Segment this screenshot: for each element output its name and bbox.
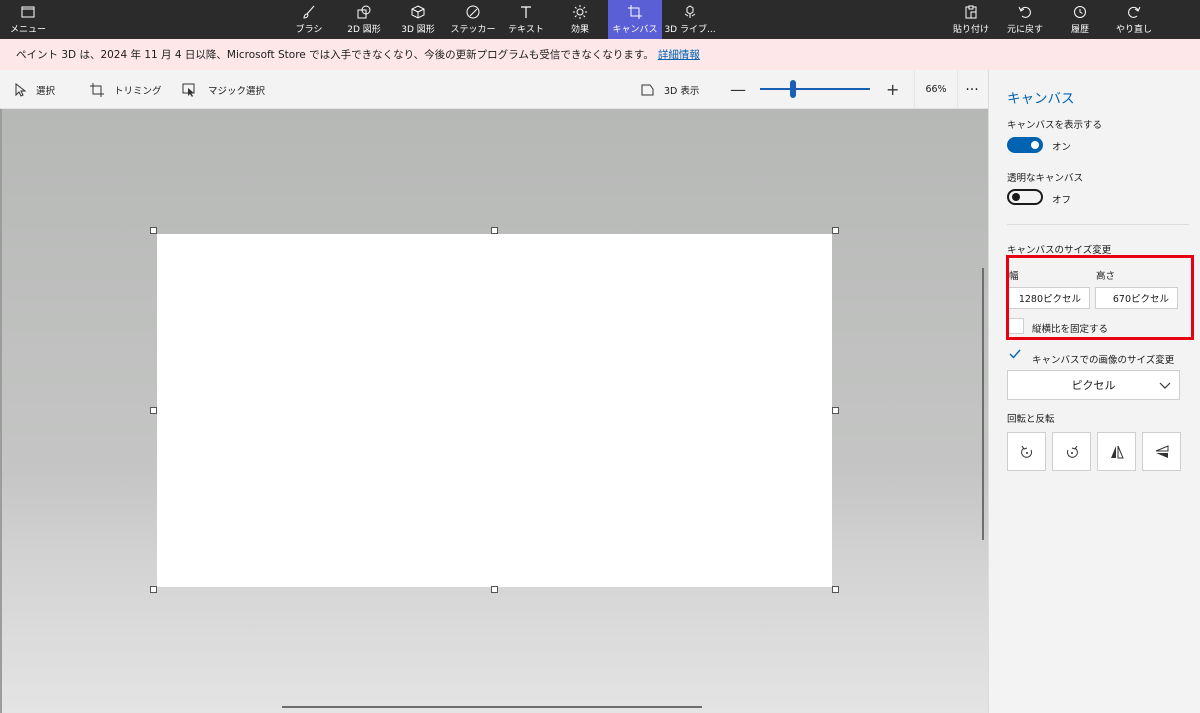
brush-icon (300, 4, 318, 20)
zoom-percentage[interactable]: 66% (914, 70, 958, 109)
deprecation-banner: ペイント 3D は、2024 年 11 月 4 日以降、Microsoft St… (0, 39, 1200, 70)
banner-text: ペイント 3D は、2024 年 11 月 4 日以降、Microsoft St… (16, 49, 654, 61)
rotate-flip-label: 回転と反転 (1007, 414, 1055, 425)
rotate-right-button[interactable] (1052, 432, 1091, 471)
horizontal-scrollbar[interactable] (282, 706, 702, 708)
select-label: 選択 (36, 85, 56, 97)
learn-more-link[interactable]: 詳細情報 (658, 47, 700, 62)
magic-select-button[interactable]: マジック選択 (182, 70, 265, 109)
drawing-canvas[interactable] (157, 234, 832, 587)
tool-canvas[interactable]: キャンバス (608, 0, 662, 39)
top-toolbar: メニュー ブラシ 2D 図形 3D 図形 ステッカー テキスト 効果 キャンバス… (0, 0, 1200, 39)
flip-vertical-icon (1110, 445, 1124, 458)
transparent-canvas-toggle[interactable] (1007, 189, 1043, 205)
sticker-icon (464, 4, 482, 20)
paste-icon (962, 4, 980, 20)
canvas-icon (626, 4, 644, 20)
resize-handle-top-right[interactable] (832, 227, 839, 234)
tool-label: 3D 図形 (401, 25, 435, 35)
history-icon (1071, 4, 1089, 20)
resize-handle-top-left[interactable] (150, 227, 157, 234)
resize-handle-left[interactable] (150, 407, 157, 414)
action-label: 貼り付け (952, 25, 989, 35)
undo-button[interactable]: 元に戻す (1005, 0, 1045, 39)
text-icon (517, 4, 535, 20)
tool-label: 3D ライブ... (664, 25, 716, 35)
tool-3d-shapes[interactable]: 3D 図形 (396, 0, 440, 39)
resize-image-label: キャンバスでの画像のサイズ変更 (1032, 355, 1175, 366)
redo-icon (1125, 4, 1143, 20)
tool-label: キャンバス (612, 25, 658, 35)
flip-vertical-button[interactable] (1097, 432, 1136, 471)
resize-handle-top[interactable] (491, 227, 498, 234)
transparent-canvas-state: オフ (1052, 195, 1072, 206)
rotate-left-button[interactable] (1007, 432, 1046, 471)
crop-label: トリミング (114, 85, 162, 97)
highlight-box (1006, 255, 1194, 340)
tool-effects[interactable]: 効果 (562, 0, 598, 39)
3d-library-icon (681, 4, 699, 20)
select-button[interactable]: 選択 (14, 70, 55, 109)
action-label: 元に戻す (1006, 25, 1043, 35)
resize-handle-bottom-left[interactable] (150, 586, 157, 593)
tool-brush[interactable]: ブラシ (290, 0, 328, 39)
tool-label: 効果 (570, 25, 589, 35)
chevron-down-icon (1159, 382, 1171, 389)
flip-horizontal-icon (1155, 444, 1168, 458)
flip-horizontal-button[interactable] (1142, 432, 1181, 471)
action-label: 履歴 (1070, 25, 1089, 35)
tool-label: ブラシ (295, 25, 323, 35)
history-button[interactable]: 履歴 (1062, 0, 1098, 39)
vertical-scrollbar[interactable] (982, 268, 984, 540)
zoom-slider-thumb[interactable] (790, 80, 796, 98)
zoom-out-button[interactable]: — (730, 70, 746, 109)
rotate-right-icon (1066, 445, 1078, 458)
resize-canvas-label: キャンバスのサイズ変更 (1007, 245, 1112, 256)
zoom-in-button[interactable]: + (886, 70, 899, 109)
resize-handle-bottom-right[interactable] (832, 586, 839, 593)
unit-dropdown[interactable]: ピクセル (1007, 370, 1180, 400)
tool-sticker[interactable]: ステッカー (450, 0, 496, 39)
tool-label: 2D 図形 (347, 25, 381, 35)
show-canvas-toggle[interactable] (1007, 137, 1043, 153)
tool-text[interactable]: テキスト (506, 0, 546, 39)
show-canvas-label: キャンバスを表示する (1007, 120, 1103, 131)
paste-button[interactable]: 貼り付け (951, 0, 991, 39)
panel-divider (1007, 224, 1189, 225)
tool-label: テキスト (508, 25, 544, 35)
zoom-slider-track[interactable] (760, 88, 870, 90)
menu-button[interactable]: メニュー (10, 0, 46, 39)
unit-selected: ピクセル (1071, 379, 1116, 392)
action-label: やり直し (1115, 25, 1152, 35)
crop-icon (90, 82, 104, 97)
magic-select-icon (182, 83, 195, 97)
cursor-icon (15, 82, 26, 97)
rotate-left-icon (1020, 445, 1032, 458)
magic-select-label: マジック選択 (208, 85, 266, 97)
more-options-button[interactable]: ··· (958, 70, 986, 109)
resize-handle-right[interactable] (832, 407, 839, 414)
view-3d-label: 3D 表示 (664, 85, 700, 97)
undo-icon (1016, 4, 1034, 20)
menu-label: メニュー (10, 25, 47, 35)
transparent-canvas-label: 透明なキャンバス (1007, 173, 1084, 184)
folder-icon (19, 4, 37, 20)
view-3d-button[interactable]: 3D 表示 (640, 70, 699, 109)
resize-handle-bottom[interactable] (491, 586, 498, 593)
tool-label: ステッカー (450, 25, 496, 35)
tool-3d-library[interactable]: 3D ライブ... (664, 0, 716, 39)
redo-button[interactable]: やり直し (1114, 0, 1154, 39)
panel-title: キャンバス (1007, 91, 1075, 107)
view-3d-icon (641, 84, 654, 95)
tool-2d-shapes[interactable]: 2D 図形 (342, 0, 386, 39)
left-edge (0, 109, 2, 713)
effects-icon (571, 4, 589, 20)
checkmark-icon[interactable] (1009, 349, 1021, 359)
2d-shapes-icon (355, 4, 373, 20)
show-canvas-state: オン (1052, 142, 1072, 153)
crop-button[interactable]: トリミング (90, 70, 162, 109)
3d-shapes-icon (409, 4, 427, 20)
